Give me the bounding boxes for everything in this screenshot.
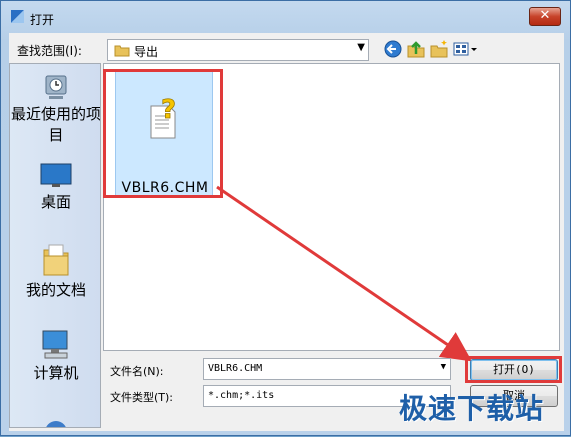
annotation-highlight-open — [465, 356, 562, 383]
open-file-dialog: 打开 ✕ 查找范围(I): 导出 ▼ 最近使用的项目 桌面 我的文档 计算机 ?… — [0, 0, 571, 436]
watermark: 极速下载站 — [399, 392, 545, 425]
filetype-label: 文件类型(T): — [110, 391, 174, 404]
filetype-value: *.chm;*.its — [208, 390, 275, 401]
filename-label: 文件名(N): — [110, 365, 164, 378]
filename-value: VBLR6.CHM — [208, 363, 263, 374]
filename-input[interactable]: VBLR6.CHM ▼ — [203, 358, 451, 380]
chevron-down-icon: ▼ — [440, 362, 446, 372]
